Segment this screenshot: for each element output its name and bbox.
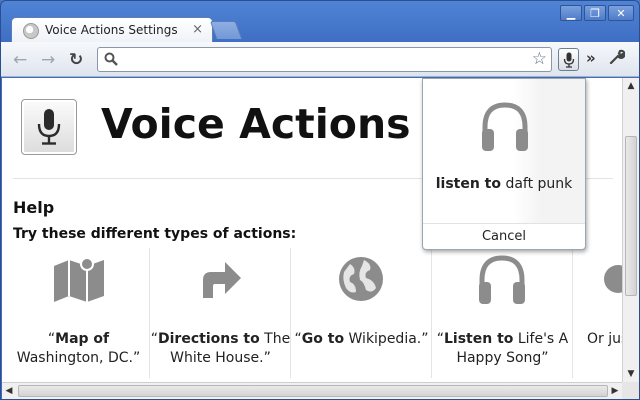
back-button[interactable]: ← <box>13 50 27 70</box>
maximize-button[interactable]: ❐ <box>584 5 606 21</box>
scroll-up-arrow[interactable]: ▲ <box>623 78 639 94</box>
microphone-icon <box>37 109 61 145</box>
example-card-map: “Map of Washington, DC.” <box>8 248 149 378</box>
example-caption: “Go to Wikipedia.” <box>294 331 429 347</box>
example-card-directions: “Directions to The White House.” <box>149 248 290 378</box>
voice-input-popup: listen to daft punk Cancel <box>422 78 586 250</box>
recognized-query: listen to daft punk <box>435 176 573 192</box>
headphones-icon <box>479 255 525 304</box>
vertical-scrollbar[interactable]: ▲ ▼ <box>622 78 639 382</box>
example-caption: “Directions to The White House.” <box>150 331 291 366</box>
horizontal-scrollbar[interactable]: ◀ ▶ <box>2 382 622 399</box>
example-card-more: Or jus a <box>572 248 622 378</box>
window-controls: ▁ ❐ ✕ <box>560 5 634 21</box>
actions-subheading: Try these different types of actions: <box>13 226 297 242</box>
example-caption: “Listen to Life's A Happy Song” <box>436 331 569 366</box>
scroll-down-arrow[interactable]: ▼ <box>623 366 639 382</box>
popup-divider <box>423 223 585 224</box>
headphones-icon <box>482 102 528 151</box>
horizontal-scroll-thumb[interactable] <box>18 385 608 397</box>
minimize-button[interactable]: ▁ <box>560 5 582 21</box>
close-button[interactable]: ✕ <box>608 5 634 21</box>
scroll-right-arrow[interactable]: ▶ <box>608 383 622 399</box>
voice-search-button[interactable] <box>558 48 579 71</box>
globe-icon <box>339 257 383 301</box>
scroll-corner <box>622 382 639 399</box>
example-card-listen: “Listen to Life's A Happy Song” <box>431 248 572 378</box>
wrench-menu-icon[interactable] <box>609 49 626 69</box>
example-caption: Or jus a <box>587 331 622 347</box>
new-tab-button[interactable] <box>209 21 243 39</box>
map-icon <box>53 257 104 302</box>
tab-voice-actions[interactable]: Voice Actions Settings × <box>11 17 213 43</box>
microphone-icon <box>563 52 575 68</box>
toolbar: ← → ↻ ☆ » <box>1 42 639 77</box>
example-card-goto: “Go to Wikipedia.” <box>290 248 431 378</box>
action-examples: “Map of Washington, DC.” “Directions to … <box>8 248 622 378</box>
tab-strip: Voice Actions Settings × ▁ ❐ ✕ <box>1 1 639 43</box>
cancel-button[interactable]: Cancel <box>423 229 585 244</box>
bookmark-star-icon[interactable]: ☆ <box>532 49 547 69</box>
tab-title: Voice Actions Settings <box>45 23 178 37</box>
tab-close-icon[interactable]: × <box>192 22 203 37</box>
forward-button[interactable]: → <box>41 50 55 70</box>
partial-icon <box>604 265 622 293</box>
voice-actions-logo <box>21 99 77 155</box>
example-caption: “Map of Washington, DC.” <box>16 331 141 366</box>
search-icon <box>104 52 118 66</box>
browser-window: Voice Actions Settings × ▁ ❐ ✕ ← → ↻ ☆ »… <box>0 0 640 400</box>
help-heading: Help <box>13 198 55 217</box>
directions-icon <box>203 262 241 298</box>
vertical-scroll-thumb[interactable] <box>625 136 637 296</box>
reload-button[interactable]: ↻ <box>69 50 83 70</box>
omnibox[interactable]: ☆ <box>97 47 552 72</box>
more-extensions-icon[interactable]: » <box>586 49 596 67</box>
favicon-icon <box>23 23 39 39</box>
scroll-left-arrow[interactable]: ◀ <box>2 383 16 399</box>
